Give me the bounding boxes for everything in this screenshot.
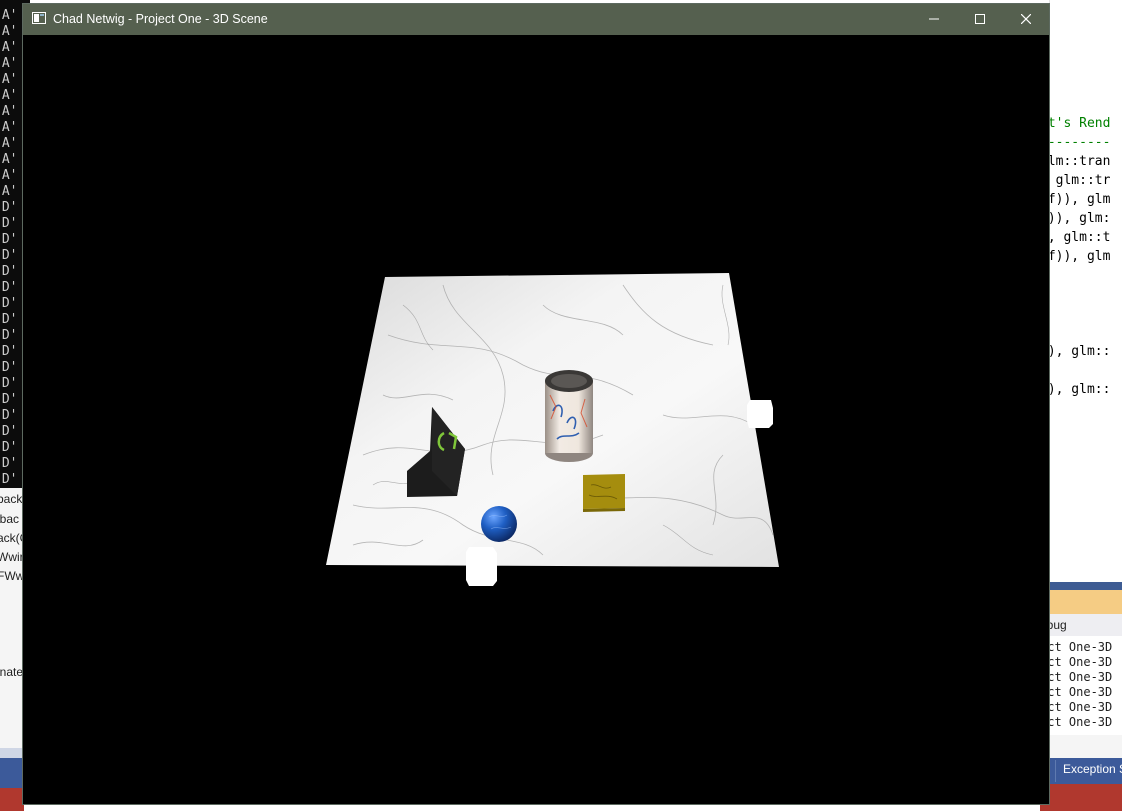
code-comment-separator: --------- xyxy=(1040,135,1111,150)
console-line: 'D' xyxy=(0,456,18,471)
console-line: 'D' xyxy=(0,328,18,343)
output-line: ect One-3D xyxy=(1040,670,1113,684)
code-line[interactable]: )), glm:: xyxy=(1040,380,1110,399)
maximize-icon xyxy=(975,14,985,24)
left-panel-line: Wwir xyxy=(0,550,24,564)
console-line: 'D' xyxy=(0,200,18,215)
exception-settings-tab[interactable]: Exception S xyxy=(1063,762,1122,776)
left-status-bar xyxy=(0,758,24,788)
title-bar[interactable]: Chad Netwig - Project One - 3D Scene xyxy=(23,4,1049,35)
left-taskbar-strip xyxy=(0,788,24,811)
light-cube-right xyxy=(747,400,773,428)
left-panel-line: ack(G xyxy=(0,531,24,545)
console-line: 'A' xyxy=(0,72,18,87)
console-line: 'D' xyxy=(0,376,18,391)
output-panel-header[interactable]: ebug xyxy=(1040,614,1122,636)
console-line: 'A' xyxy=(0,104,18,119)
minimize-button[interactable] xyxy=(911,4,957,35)
console-line: 'D' xyxy=(0,408,18,423)
console-line: 'D' xyxy=(0,264,18,279)
console-line: 'D' xyxy=(0,344,18,359)
code-line[interactable]: , glm::tr xyxy=(1040,171,1110,190)
console-line: 'A' xyxy=(0,56,18,71)
taskbar-strip xyxy=(1040,784,1122,811)
console-line: 'A' xyxy=(0,152,18,167)
console-line: 'A' xyxy=(0,136,18,151)
close-button[interactable] xyxy=(1003,4,1049,35)
scene-window: Chad Netwig - Project One - 3D Scene xyxy=(23,4,1049,804)
output-panel-highlight xyxy=(1040,590,1122,614)
light-cube-front xyxy=(466,547,497,586)
console-line: 'D' xyxy=(0,392,18,407)
console-line: 'D' xyxy=(0,424,18,439)
editor-status-bar: s Exception S xyxy=(1040,758,1122,784)
code-line[interactable]: glm::tran xyxy=(1040,152,1110,171)
close-icon xyxy=(1021,14,1031,24)
code-line[interactable]: 0f)), glm xyxy=(1040,247,1110,266)
console-line: 'D' xyxy=(0,232,18,247)
code-comment-line: ct's Rend xyxy=(1040,116,1111,131)
console-line: 'A' xyxy=(0,40,18,55)
console-line: 'D' xyxy=(0,216,18,231)
left-panel-line: lbac xyxy=(0,512,20,526)
output-line: ect One-3D xyxy=(1040,655,1113,669)
console-line: 'A' xyxy=(0,184,18,199)
minimize-icon xyxy=(929,18,939,20)
code-editor: ct's Rend --------- ebug s Exception S g… xyxy=(1040,0,1122,811)
output-panel-tabbar xyxy=(1040,582,1122,590)
output-line: ect One-3D xyxy=(1040,700,1113,714)
console-line: 'A' xyxy=(0,24,18,39)
can-object xyxy=(545,370,593,462)
console-line: 'A' xyxy=(0,88,18,103)
output-line: ect One-3D xyxy=(1040,640,1113,654)
console-line: 'D' xyxy=(0,296,18,311)
blue-sphere xyxy=(481,506,517,542)
code-line[interactable]: ), glm::t xyxy=(1040,228,1110,247)
left-panel-line: FWw xyxy=(0,569,24,583)
console-line: 'A' xyxy=(0,120,18,135)
left-panel-extra: inate xyxy=(0,665,24,679)
code-line[interactable]: )), glm:: xyxy=(1040,342,1110,361)
console-line: 'A' xyxy=(0,8,18,23)
console-line: 'D' xyxy=(0,472,18,487)
window-title: Chad Netwig - Project One - 3D Scene xyxy=(53,12,268,26)
console-line: 'D' xyxy=(0,312,18,327)
left-panel-line: back( xyxy=(0,492,24,506)
left-editor-panel: back( lbac ack(G Wwir FWw inate xyxy=(0,488,24,748)
3d-viewport[interactable] xyxy=(23,35,1049,804)
code-line[interactable]: 0f)), glm xyxy=(1040,190,1110,209)
console-line: 'A' xyxy=(0,168,18,183)
console-line: 'D' xyxy=(0,440,18,455)
console-line: 'D' xyxy=(0,248,18,263)
window-app-icon xyxy=(32,12,46,24)
gold-box xyxy=(583,474,625,509)
output-line: ect One-3D xyxy=(1040,715,1113,729)
console-line: 'D' xyxy=(0,280,18,295)
console-line: 'D' xyxy=(0,360,18,375)
output-panel-footer xyxy=(1040,735,1122,758)
scene-render xyxy=(326,273,779,586)
output-line: ect One-3D xyxy=(1040,685,1113,699)
code-line[interactable]: f)), glm: xyxy=(1040,209,1110,228)
maximize-button[interactable] xyxy=(957,4,1003,35)
